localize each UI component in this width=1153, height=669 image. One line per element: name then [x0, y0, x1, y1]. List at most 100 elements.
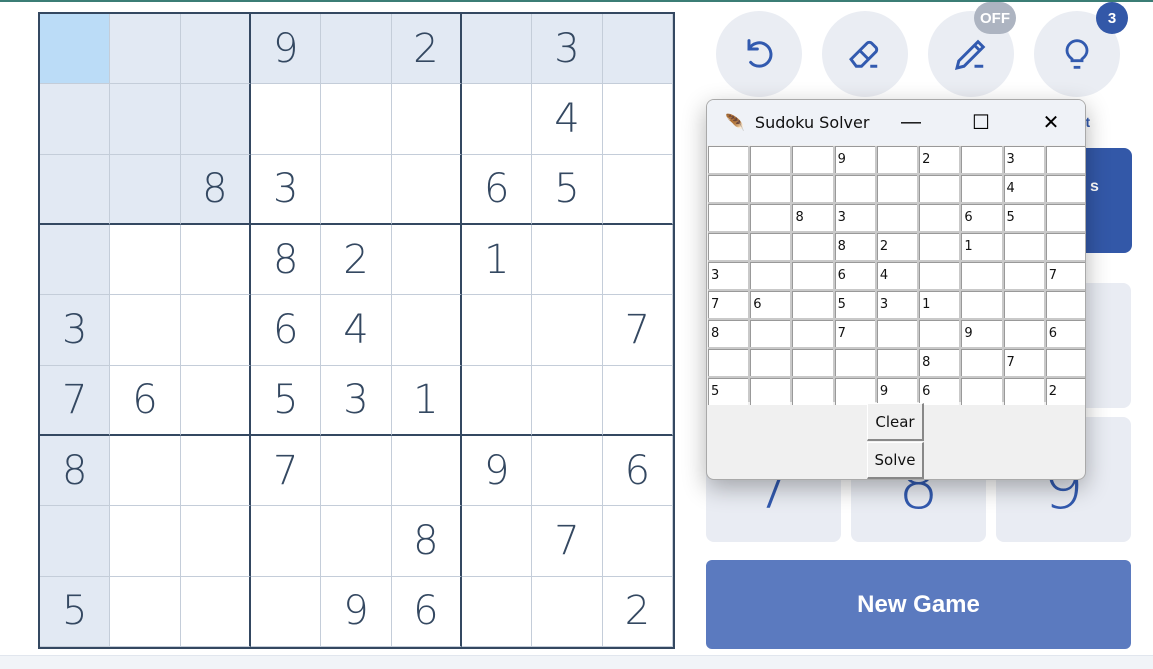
board-cell[interactable]: [532, 365, 603, 436]
board-cell[interactable]: 8: [40, 436, 111, 507]
solver-cell-input[interactable]: 2: [1045, 378, 1085, 405]
board-cell[interactable]: [391, 436, 462, 507]
board-cell[interactable]: [391, 154, 462, 225]
board-cell[interactable]: 1: [462, 225, 533, 296]
solver-cell-input[interactable]: 8: [919, 349, 960, 376]
board-cell[interactable]: [110, 295, 181, 366]
notes-button[interactable]: OFF: [928, 2, 1016, 97]
solver-cell-input[interactable]: 6: [750, 291, 791, 318]
solver-cell-input[interactable]: [750, 320, 791, 347]
board-cell[interactable]: 6: [602, 436, 673, 507]
solver-cell-input[interactable]: [708, 146, 749, 173]
solver-cell-input[interactable]: 4: [876, 262, 918, 289]
board-cell[interactable]: [110, 225, 181, 296]
solver-cell-input[interactable]: 5: [1003, 204, 1044, 231]
solver-cell-input[interactable]: [708, 204, 749, 231]
new-game-button[interactable]: New Game: [706, 560, 1131, 649]
solver-cell-input[interactable]: 1: [961, 233, 1002, 260]
board-cell[interactable]: 9: [462, 436, 533, 507]
solver-cell-input[interactable]: [708, 233, 749, 260]
board-cell[interactable]: 7: [251, 436, 322, 507]
board-cell[interactable]: 3: [251, 154, 322, 225]
solver-cell-input[interactable]: [750, 204, 791, 231]
board-cell[interactable]: [602, 14, 673, 85]
solver-cell-input[interactable]: 8: [792, 204, 833, 231]
board-cell[interactable]: 7: [40, 365, 111, 436]
solver-cell-input[interactable]: [708, 349, 749, 376]
solver-cell-input[interactable]: [961, 378, 1002, 405]
board-cell[interactable]: 2: [602, 576, 673, 647]
board-cell[interactable]: [462, 84, 533, 155]
board-cell[interactable]: 5: [251, 365, 322, 436]
board-cell[interactable]: 3: [321, 365, 392, 436]
solver-cell-input[interactable]: 3: [834, 204, 875, 231]
solver-cell-input[interactable]: 9: [876, 378, 918, 405]
solver-cell-input[interactable]: [1045, 204, 1085, 231]
solver-cell-input[interactable]: 6: [919, 378, 960, 405]
minimize-button[interactable]: —: [881, 100, 941, 145]
solver-cell-input[interactable]: [919, 233, 960, 260]
solver-cell-input[interactable]: 3: [876, 291, 918, 318]
solver-cell-input[interactable]: 3: [1003, 146, 1044, 173]
board-cell[interactable]: [602, 225, 673, 296]
board-cell[interactable]: [532, 225, 603, 296]
maximize-button[interactable]: ☐: [951, 100, 1011, 145]
board-cell[interactable]: 9: [321, 576, 392, 647]
solver-cell-input[interactable]: [1045, 291, 1085, 318]
board-cell[interactable]: [602, 365, 673, 436]
solve-button[interactable]: Solve: [867, 442, 924, 479]
solver-cell-input[interactable]: 6: [1045, 320, 1085, 347]
board-cell[interactable]: [532, 295, 603, 366]
solver-cell-input[interactable]: [792, 262, 833, 289]
solver-cell-input[interactable]: [1045, 146, 1085, 173]
solver-cell-input[interactable]: [792, 233, 833, 260]
board-cell[interactable]: [40, 84, 111, 155]
solver-cell-input[interactable]: [961, 349, 1002, 376]
board-cell[interactable]: 6: [462, 154, 533, 225]
solver-cell-input[interactable]: 7: [708, 291, 749, 318]
board-cell[interactable]: 6: [391, 576, 462, 647]
solver-cell-input[interactable]: [1003, 262, 1044, 289]
solver-cell-input[interactable]: 7: [1045, 262, 1085, 289]
solver-cell-input[interactable]: 9: [834, 146, 875, 173]
solver-cell-input[interactable]: 6: [834, 262, 875, 289]
solver-cell-input[interactable]: 8: [834, 233, 875, 260]
board-cell[interactable]: [462, 576, 533, 647]
board-cell[interactable]: [110, 506, 181, 577]
board-cell[interactable]: [40, 506, 111, 577]
board-cell[interactable]: [321, 84, 392, 155]
board-cell[interactable]: [251, 576, 322, 647]
board-cell[interactable]: [110, 436, 181, 507]
board-cell[interactable]: [251, 84, 322, 155]
solver-cell-input[interactable]: [792, 146, 833, 173]
board-cell[interactable]: [180, 14, 251, 85]
solver-cell-input[interactable]: [834, 349, 875, 376]
solver-cell-input[interactable]: 8: [708, 320, 749, 347]
solver-cell-input[interactable]: 5: [834, 291, 875, 318]
board-cell[interactable]: [391, 225, 462, 296]
solver-cell-input[interactable]: [1003, 291, 1044, 318]
board-cell[interactable]: 7: [602, 295, 673, 366]
board-cell[interactable]: 4: [532, 84, 603, 155]
board-cell[interactable]: 8: [180, 154, 251, 225]
solver-cell-input[interactable]: [919, 320, 960, 347]
solver-cell-input[interactable]: 2: [876, 233, 918, 260]
solver-cell-input[interactable]: [750, 175, 791, 202]
close-button[interactable]: ✕: [1021, 100, 1081, 145]
solver-cell-input[interactable]: [919, 204, 960, 231]
board-cell[interactable]: 1: [391, 365, 462, 436]
board-cell[interactable]: [462, 295, 533, 366]
solver-cell-input[interactable]: [792, 291, 833, 318]
board-cell[interactable]: 9: [251, 14, 322, 85]
board-cell[interactable]: [110, 576, 181, 647]
board-cell[interactable]: 6: [110, 365, 181, 436]
solver-cell-input[interactable]: [834, 175, 875, 202]
board-cell[interactable]: [40, 154, 111, 225]
board-cell[interactable]: [40, 14, 111, 85]
board-cell[interactable]: [321, 436, 392, 507]
solver-cell-input[interactable]: 4: [1003, 175, 1044, 202]
solver-cell-input[interactable]: [961, 291, 1002, 318]
solver-cell-input[interactable]: [750, 378, 791, 405]
board-cell[interactable]: [321, 14, 392, 85]
board-cell[interactable]: 6: [251, 295, 322, 366]
